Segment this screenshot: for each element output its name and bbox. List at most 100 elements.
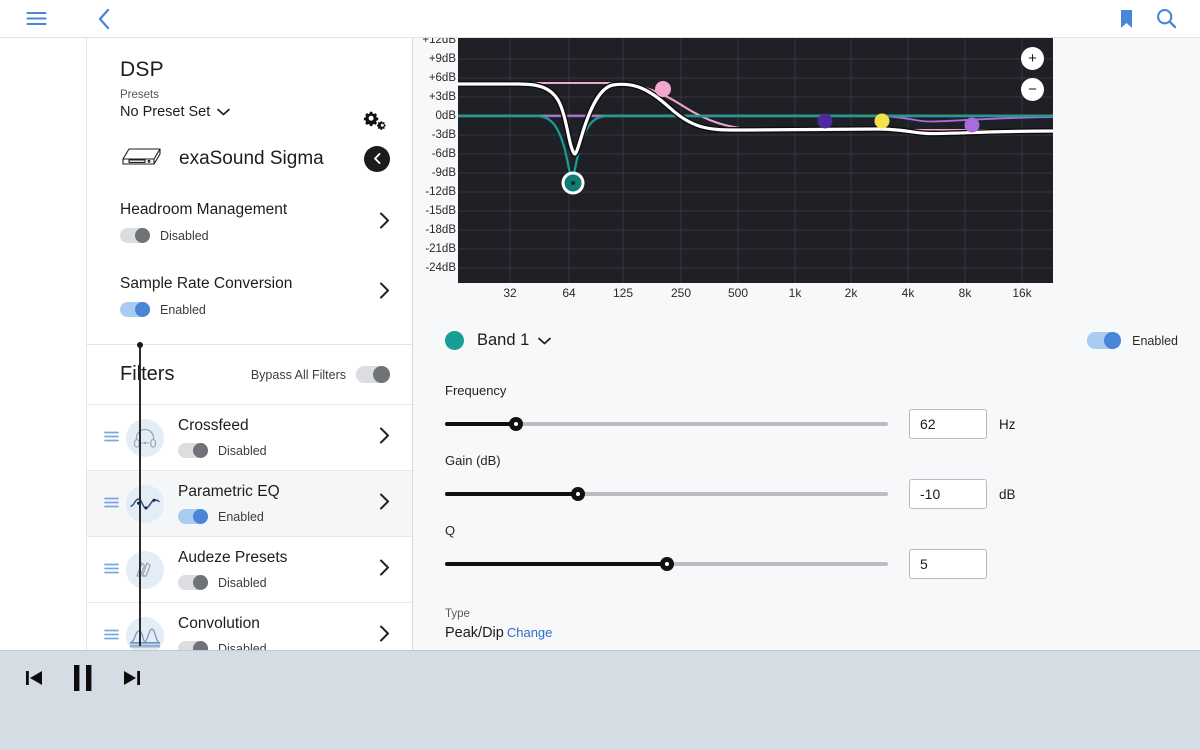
bookmark-icon[interactable] xyxy=(1106,0,1146,38)
filter-info: Audeze Presets Disabled xyxy=(178,549,287,590)
filters-header: Filters Bypass All Filters xyxy=(87,345,412,404)
option-title: Headroom Management xyxy=(120,201,372,219)
sample-rate-toggle[interactable] xyxy=(120,302,150,317)
filter-toggle-row: Disabled xyxy=(178,641,267,650)
skip-next-icon[interactable] xyxy=(120,666,144,690)
preset-dropdown[interactable]: No Preset Set xyxy=(120,103,388,121)
x-tick: 125 xyxy=(613,286,633,300)
slider-fill xyxy=(445,562,667,566)
chevron-right-icon[interactable] xyxy=(379,282,390,304)
filter-row-parametric-eq[interactable]: Parametric EQ Enabled xyxy=(87,470,412,536)
y-tick: -3dB xyxy=(432,129,456,141)
q-slider[interactable] xyxy=(445,557,888,571)
control-frequency: Frequency 62 Hz xyxy=(445,383,1025,439)
x-tick: 4k xyxy=(902,286,915,300)
slider-thumb[interactable] xyxy=(660,557,674,571)
frequency-slider[interactable] xyxy=(445,417,888,431)
dac-device-icon xyxy=(120,143,166,174)
drag-handle-icon[interactable] xyxy=(104,561,122,579)
filter-name: Parametric EQ xyxy=(178,483,280,500)
option-state: Enabled xyxy=(160,303,206,317)
x-tick: 32 xyxy=(503,286,516,300)
y-tick: -6dB xyxy=(432,148,456,160)
filter-row-convolution[interactable]: Convolution Disabled xyxy=(87,602,412,650)
change-type-link[interactable]: Change xyxy=(507,625,553,640)
chevron-right-icon[interactable] xyxy=(379,493,390,515)
device-row[interactable]: exaSound Sigma xyxy=(87,127,412,190)
back-chevron-icon[interactable] xyxy=(84,0,124,38)
drag-handle-icon[interactable] xyxy=(104,429,122,447)
filter-row-crossfeed[interactable]: Crossfeed Disabled xyxy=(87,404,412,470)
y-tick: -18dB xyxy=(425,224,456,236)
filter-row-audeze-presets[interactable]: Audeze Presets Disabled xyxy=(87,536,412,602)
page-title: DSP xyxy=(120,58,388,82)
option-toggle-row: Disabled xyxy=(120,228,372,243)
collapse-device-button[interactable] xyxy=(364,146,390,172)
chevron-right-icon[interactable] xyxy=(379,212,390,234)
gain-unit: dB xyxy=(999,487,1016,502)
zoom-out-button[interactable]: − xyxy=(1021,78,1044,101)
band-handle-1-selected xyxy=(562,172,585,195)
control-q: Q 5 xyxy=(445,523,1025,579)
zoom-in-button[interactable]: + xyxy=(1021,47,1044,70)
pause-icon[interactable] xyxy=(70,663,96,693)
filters-title: Filters xyxy=(120,363,251,386)
bypass-all-filters-toggle[interactable] xyxy=(356,366,390,383)
y-tick: -15dB xyxy=(425,205,456,217)
control-label: Gain (dB) xyxy=(445,453,1025,468)
drag-handle-icon[interactable] xyxy=(104,495,122,513)
bypass-all-filters-label: Bypass All Filters xyxy=(251,368,346,382)
band-handle-3 xyxy=(818,114,833,129)
band-color-dot xyxy=(445,331,464,350)
audeze-presets-toggle[interactable] xyxy=(178,575,208,590)
eq-graph: +12dB +9dB +6dB +3dB 0dB -3dB -6dB -9dB … xyxy=(413,38,1200,288)
eq-plot-area[interactable]: + − xyxy=(458,38,1053,283)
transport-controls xyxy=(22,663,144,693)
x-tick: 500 xyxy=(728,286,748,300)
filter-info: Convolution Disabled xyxy=(178,615,267,650)
option-toggle-row: Enabled xyxy=(120,302,372,317)
filter-name: Crossfeed xyxy=(178,417,249,434)
slider-fill xyxy=(445,422,516,426)
q-input[interactable]: 5 xyxy=(909,549,987,579)
headroom-toggle[interactable] xyxy=(120,228,150,243)
slider-fill xyxy=(445,492,578,496)
band-selector-label[interactable]: Band 1 xyxy=(477,331,529,350)
chevron-right-icon[interactable] xyxy=(379,625,390,647)
chevron-right-icon[interactable] xyxy=(379,559,390,581)
crossfeed-toggle[interactable] xyxy=(178,443,208,458)
frequency-unit: Hz xyxy=(999,417,1016,432)
gain-input[interactable]: -10 xyxy=(909,479,987,509)
eq-graph-y-axis: +12dB +9dB +6dB +3dB 0dB -3dB -6dB -9dB … xyxy=(413,38,458,288)
x-tick: 64 xyxy=(562,286,575,300)
parametric-eq-toggle[interactable] xyxy=(178,509,208,524)
frequency-input[interactable]: 62 xyxy=(909,409,987,439)
presets-label: Presets xyxy=(120,89,388,101)
control-row: -10 dB xyxy=(445,479,1025,509)
search-icon[interactable] xyxy=(1146,0,1186,38)
y-tick: -12dB xyxy=(425,186,456,198)
option-headroom-management[interactable]: Headroom Management Disabled xyxy=(87,190,412,256)
drag-handle-icon[interactable] xyxy=(104,627,122,645)
y-tick: -9dB xyxy=(432,167,456,179)
slider-thumb[interactable] xyxy=(509,417,523,431)
main-content: DSP Presets No Preset Set xyxy=(0,38,1200,650)
skip-previous-icon[interactable] xyxy=(22,666,46,690)
convolution-toggle[interactable] xyxy=(178,641,208,650)
band-handle-5 xyxy=(965,118,980,133)
x-tick: 8k xyxy=(959,286,972,300)
chevron-down-icon[interactable] xyxy=(538,337,551,345)
gain-slider[interactable] xyxy=(445,487,888,501)
headphones-icon xyxy=(126,419,164,457)
filter-name: Convolution xyxy=(178,615,260,632)
filter-state: Disabled xyxy=(218,444,267,458)
option-sample-rate-conversion[interactable]: Sample Rate Conversion Enabled xyxy=(87,256,412,330)
band-enabled-toggle[interactable] xyxy=(1087,332,1121,349)
eq-curves-svg xyxy=(458,38,1053,283)
convolution-icon xyxy=(126,617,164,651)
control-row: 5 xyxy=(445,549,1025,579)
hamburger-menu-icon[interactable] xyxy=(16,0,56,38)
filter-info: Parametric EQ Enabled xyxy=(178,483,280,524)
slider-thumb[interactable] xyxy=(571,487,585,501)
chevron-right-icon[interactable] xyxy=(379,427,390,449)
